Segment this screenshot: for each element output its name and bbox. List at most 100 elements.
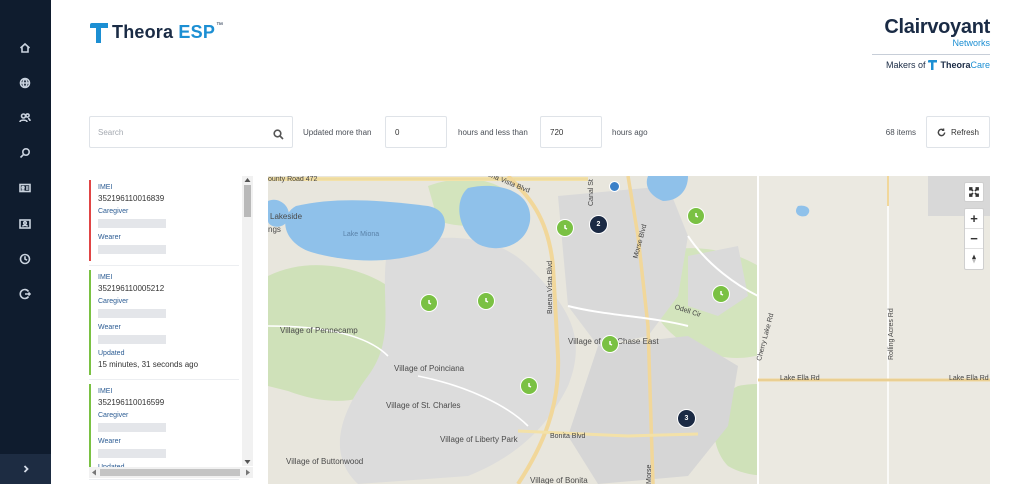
sidebar-expand-button[interactable] — [0, 454, 51, 484]
imei-label: IMEI — [98, 274, 113, 281]
brand-name: Theora ESP — [112, 22, 216, 42]
caregiver-label: Caregiver — [98, 298, 129, 305]
logout-icon[interactable] — [17, 286, 33, 302]
device-marker[interactable] — [420, 294, 438, 312]
imei-value: 352196110016599 — [98, 398, 165, 407]
status-bar — [89, 180, 91, 261]
clock-icon[interactable] — [17, 251, 33, 267]
caregiver-value-placeholder — [98, 423, 166, 432]
map-label: Lake Ella Rd — [780, 375, 820, 382]
app: Theora ESP ™ Clairvoyant Networks Makers… — [0, 0, 1024, 484]
map-label: ounty Road 472 — [268, 176, 318, 183]
device-list: IMEI 352196110016839 Caregiver Wearer IM… — [89, 176, 253, 480]
compass-icon — [972, 254, 976, 264]
search-icon[interactable] — [273, 127, 284, 140]
marker-cluster[interactable]: 2 — [589, 215, 608, 234]
clock-icon — [564, 225, 568, 230]
scrollbar-thumb[interactable] — [244, 185, 251, 217]
map-label: Buena Vista Blvd — [547, 260, 554, 314]
status-bar — [89, 384, 91, 475]
refresh-icon — [937, 128, 946, 136]
wearer-label: Wearer — [98, 234, 121, 241]
fullscreen-button[interactable] — [964, 182, 984, 202]
imei-label: IMEI — [98, 184, 113, 191]
device-marker[interactable] — [477, 292, 495, 310]
scroll-up-icon[interactable] — [244, 177, 251, 183]
wearer-value-placeholder — [98, 449, 166, 458]
poi-icon[interactable] — [609, 181, 620, 192]
caregiver-label: Caregiver — [98, 412, 129, 419]
clock-icon — [428, 300, 432, 305]
id-card-icon[interactable] — [17, 180, 33, 196]
updated-label: Updated — [98, 350, 125, 357]
search-input[interactable] — [90, 117, 260, 147]
wearer-value-placeholder — [98, 245, 166, 254]
scroll-right-icon[interactable] — [245, 469, 251, 476]
map-label: ngs — [268, 225, 281, 234]
caregiver-label: Caregiver — [98, 208, 129, 215]
hours-more-than-input[interactable] — [385, 116, 447, 148]
marker-cluster[interactable]: 3 — [677, 409, 696, 428]
map-label: Village of Pennecamp — [280, 326, 358, 335]
clock-icon — [720, 291, 724, 296]
map-label: Village of Bonita — [530, 476, 588, 484]
updated-more-than-label: Updated more than — [303, 128, 372, 137]
zoom-in-button[interactable]: + — [965, 209, 983, 229]
zoom-controls: + − — [964, 208, 984, 270]
home-icon[interactable] — [17, 40, 33, 56]
users-icon[interactable] — [17, 110, 33, 126]
map-view[interactable]: ounty Road 472 Buena Vista Blvd Lakeside… — [268, 176, 990, 484]
clock-icon — [695, 213, 699, 218]
status-bar — [89, 270, 91, 375]
brand-trademark: ™ — [216, 22, 224, 29]
scroll-down-icon[interactable] — [244, 459, 251, 465]
map-label: Village of Poinciana — [394, 364, 465, 373]
device-card[interactable]: IMEI 352196110016599 Caregiver Wearer Up… — [89, 380, 239, 480]
globe-icon[interactable] — [17, 75, 33, 91]
clock-icon — [528, 383, 532, 388]
scroll-left-icon[interactable] — [91, 469, 97, 476]
chevron-right-icon — [23, 465, 29, 473]
device-marker[interactable] — [601, 335, 619, 353]
device-card[interactable]: IMEI 352196110016839 Caregiver Wearer — [89, 176, 239, 266]
theora-mark-icon — [90, 22, 108, 43]
device-marker[interactable] — [520, 377, 538, 395]
search-box — [89, 116, 293, 148]
wearer-label: Wearer — [98, 324, 121, 331]
device-marker[interactable] — [712, 285, 730, 303]
badge-icon[interactable] — [17, 216, 33, 232]
map-base — [268, 176, 990, 484]
refresh-button[interactable]: Refresh — [926, 116, 990, 148]
makers-prefix: Makers of — [885, 60, 926, 70]
zoom-out-button[interactable]: − — [965, 229, 983, 249]
partner-name: Clairvoyant — [884, 16, 990, 38]
hours-less-than-label: hours and less than — [458, 128, 528, 137]
updated-value: 15 minutes, 31 seconds ago — [98, 360, 199, 369]
search-icon[interactable] — [17, 145, 33, 161]
device-marker[interactable] — [687, 207, 705, 225]
sidebar — [0, 0, 51, 484]
hours-less-than-input[interactable] — [540, 116, 602, 148]
theora-care-mark-icon — [928, 60, 938, 70]
map-label: Canal St — [588, 179, 595, 206]
imei-label: IMEI — [98, 388, 113, 395]
imei-value: 352196110005212 — [98, 284, 165, 293]
theora-esp-logo: Theora ESP ™ — [90, 22, 223, 43]
map-label: Bonita Blvd — [550, 433, 586, 440]
vertical-scrollbar[interactable] — [242, 176, 253, 466]
compass-button[interactable] — [965, 249, 983, 269]
map-label: Village of St. Charles — [386, 401, 461, 410]
map-label: Lakeside — [270, 212, 303, 221]
device-card[interactable]: IMEI 352196110005212 Caregiver Wearer Up… — [89, 266, 239, 380]
logo-divider — [872, 54, 990, 55]
device-marker[interactable] — [556, 219, 574, 237]
map-label: Lake Miona — [343, 231, 380, 238]
map-label: Lake Ella Rd — [949, 375, 989, 382]
wearer-value-placeholder — [98, 335, 166, 344]
horizontal-scrollbar[interactable] — [89, 467, 253, 478]
map-label: Morse — [646, 464, 653, 484]
clairvoyant-logo: Clairvoyant Networks Makers of TheoraCar… — [872, 17, 990, 70]
items-count: 68 items — [885, 128, 916, 137]
horizontal-scrollbar-thumb[interactable] — [100, 469, 240, 476]
makers-of-line: Makers of TheoraCare — [872, 60, 990, 70]
